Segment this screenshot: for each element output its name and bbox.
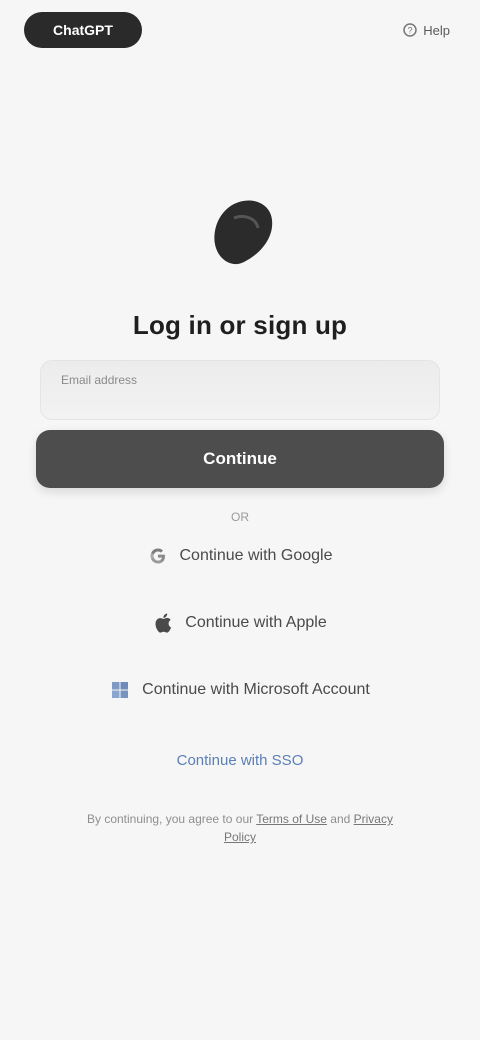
svg-text:?: ?	[408, 26, 413, 36]
google-login-button[interactable]: Continue with Google	[70, 533, 410, 579]
apple-login-label: Continue with Apple	[185, 614, 327, 631]
help-link-label: Help	[423, 22, 450, 38]
email-field[interactable]: Email address	[40, 360, 440, 420]
continue-button-label: Continue	[203, 449, 277, 468]
login-page: ChatGPT ? Help Log in or sign up Email a…	[0, 0, 480, 1040]
terms-link[interactable]: Terms of Use	[256, 812, 327, 826]
app-button-label: ChatGPT	[53, 22, 113, 38]
app-button[interactable]: ChatGPT	[24, 12, 142, 48]
apple-login-button[interactable]: Continue with Apple	[70, 600, 410, 646]
microsoft-login-button[interactable]: Continue with Microsoft Account	[70, 667, 410, 713]
top-bar: ChatGPT ? Help	[0, 0, 480, 70]
google-login-label: Continue with Google	[179, 547, 333, 564]
microsoft-login-label: Continue with Microsoft Account	[142, 681, 370, 698]
email-field-label: Email address	[61, 373, 138, 387]
continue-button[interactable]: Continue	[36, 430, 444, 488]
help-link[interactable]: ? Help	[403, 20, 450, 40]
sso-link[interactable]: Continue with SSO	[0, 752, 480, 769]
email-input[interactable]	[61, 391, 419, 409]
microsoft-icon	[110, 680, 130, 700]
legal-and: and	[330, 812, 351, 826]
legal-prefix: By continuing, you agree to our	[87, 812, 254, 826]
page-title: Log in or sign up	[132, 310, 348, 340]
help-icon: ?	[403, 23, 417, 37]
legal-notice: By continuing, you agree to our Terms of…	[70, 810, 410, 846]
openai-logo-icon	[200, 188, 280, 276]
apple-icon	[153, 613, 173, 633]
google-icon	[148, 546, 168, 566]
or-divider: OR	[231, 510, 249, 524]
